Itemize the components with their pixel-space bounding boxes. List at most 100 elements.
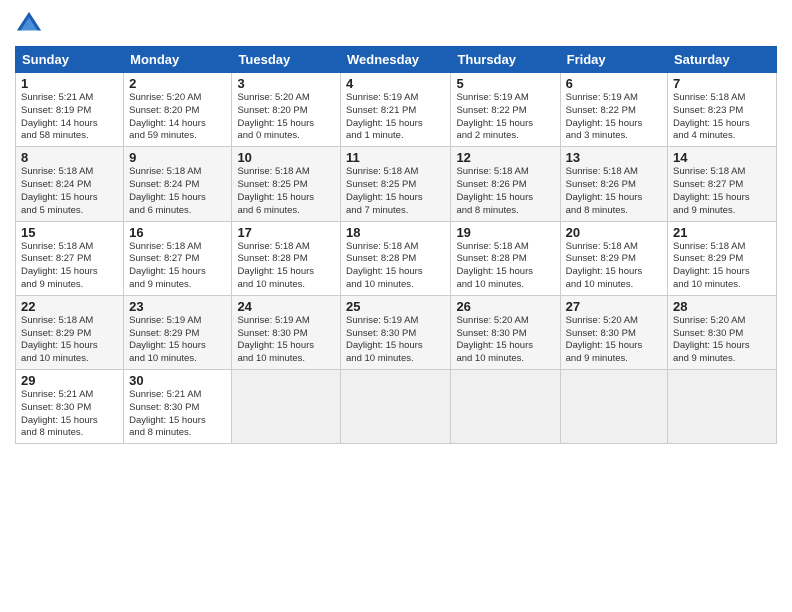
day-number: 2: [129, 76, 226, 91]
day-number: 27: [566, 299, 662, 314]
day-number: 7: [673, 76, 771, 91]
day-number: 19: [456, 225, 554, 240]
calendar-cell: 3Sunrise: 5:20 AMSunset: 8:20 PMDaylight…: [232, 73, 341, 147]
cell-details: Sunrise: 5:18 AMSunset: 8:29 PMDaylight:…: [21, 315, 118, 366]
col-thursday: Thursday: [451, 47, 560, 73]
cell-details: Sunrise: 5:18 AMSunset: 8:27 PMDaylight:…: [129, 241, 226, 292]
cell-details: Sunrise: 5:19 AMSunset: 8:22 PMDaylight:…: [566, 92, 662, 143]
day-number: 28: [673, 299, 771, 314]
calendar-cell: 25Sunrise: 5:19 AMSunset: 8:30 PMDayligh…: [341, 295, 451, 369]
calendar-week-1: 1Sunrise: 5:21 AMSunset: 8:19 PMDaylight…: [16, 73, 777, 147]
day-number: 21: [673, 225, 771, 240]
calendar-cell: 27Sunrise: 5:20 AMSunset: 8:30 PMDayligh…: [560, 295, 667, 369]
col-tuesday: Tuesday: [232, 47, 341, 73]
calendar-cell: 19Sunrise: 5:18 AMSunset: 8:28 PMDayligh…: [451, 221, 560, 295]
cell-details: Sunrise: 5:20 AMSunset: 8:30 PMDaylight:…: [456, 315, 554, 366]
cell-details: Sunrise: 5:20 AMSunset: 8:20 PMDaylight:…: [129, 92, 226, 143]
col-wednesday: Wednesday: [341, 47, 451, 73]
calendar-table: Sunday Monday Tuesday Wednesday Thursday…: [15, 46, 777, 444]
calendar-week-4: 22Sunrise: 5:18 AMSunset: 8:29 PMDayligh…: [16, 295, 777, 369]
cell-details: Sunrise: 5:20 AMSunset: 8:30 PMDaylight:…: [673, 315, 771, 366]
cell-details: Sunrise: 5:20 AMSunset: 8:20 PMDaylight:…: [237, 92, 335, 143]
calendar-cell: 10Sunrise: 5:18 AMSunset: 8:25 PMDayligh…: [232, 147, 341, 221]
day-number: 16: [129, 225, 226, 240]
calendar-cell: 14Sunrise: 5:18 AMSunset: 8:27 PMDayligh…: [668, 147, 777, 221]
calendar-cell: 7Sunrise: 5:18 AMSunset: 8:23 PMDaylight…: [668, 73, 777, 147]
calendar-cell: 21Sunrise: 5:18 AMSunset: 8:29 PMDayligh…: [668, 221, 777, 295]
calendar-cell: 23Sunrise: 5:19 AMSunset: 8:29 PMDayligh…: [124, 295, 232, 369]
day-number: 18: [346, 225, 445, 240]
day-number: 13: [566, 150, 662, 165]
col-friday: Friday: [560, 47, 667, 73]
day-number: 22: [21, 299, 118, 314]
calendar-cell: 18Sunrise: 5:18 AMSunset: 8:28 PMDayligh…: [341, 221, 451, 295]
header: [15, 10, 777, 38]
cell-details: Sunrise: 5:19 AMSunset: 8:30 PMDaylight:…: [237, 315, 335, 366]
day-number: 11: [346, 150, 445, 165]
day-number: 30: [129, 373, 226, 388]
calendar-cell: 26Sunrise: 5:20 AMSunset: 8:30 PMDayligh…: [451, 295, 560, 369]
cell-details: Sunrise: 5:19 AMSunset: 8:30 PMDaylight:…: [346, 315, 445, 366]
cell-details: Sunrise: 5:18 AMSunset: 8:28 PMDaylight:…: [456, 241, 554, 292]
logo-icon: [15, 10, 43, 38]
calendar-cell: [668, 370, 777, 444]
day-number: 1: [21, 76, 118, 91]
cell-details: Sunrise: 5:18 AMSunset: 8:23 PMDaylight:…: [673, 92, 771, 143]
day-number: 29: [21, 373, 118, 388]
calendar-cell: 8Sunrise: 5:18 AMSunset: 8:24 PMDaylight…: [16, 147, 124, 221]
cell-details: Sunrise: 5:18 AMSunset: 8:27 PMDaylight:…: [21, 241, 118, 292]
cell-details: Sunrise: 5:19 AMSunset: 8:22 PMDaylight:…: [456, 92, 554, 143]
page: Sunday Monday Tuesday Wednesday Thursday…: [0, 0, 792, 612]
cell-details: Sunrise: 5:18 AMSunset: 8:28 PMDaylight:…: [346, 241, 445, 292]
calendar-cell: 22Sunrise: 5:18 AMSunset: 8:29 PMDayligh…: [16, 295, 124, 369]
cell-details: Sunrise: 5:18 AMSunset: 8:29 PMDaylight:…: [566, 241, 662, 292]
day-number: 24: [237, 299, 335, 314]
cell-details: Sunrise: 5:18 AMSunset: 8:29 PMDaylight:…: [673, 241, 771, 292]
calendar-cell: 5Sunrise: 5:19 AMSunset: 8:22 PMDaylight…: [451, 73, 560, 147]
calendar-cell: 28Sunrise: 5:20 AMSunset: 8:30 PMDayligh…: [668, 295, 777, 369]
cell-details: Sunrise: 5:19 AMSunset: 8:29 PMDaylight:…: [129, 315, 226, 366]
day-number: 14: [673, 150, 771, 165]
day-number: 3: [237, 76, 335, 91]
calendar-cell: [341, 370, 451, 444]
calendar-cell: 9Sunrise: 5:18 AMSunset: 8:24 PMDaylight…: [124, 147, 232, 221]
cell-details: Sunrise: 5:18 AMSunset: 8:25 PMDaylight:…: [346, 166, 445, 217]
calendar-cell: 2Sunrise: 5:20 AMSunset: 8:20 PMDaylight…: [124, 73, 232, 147]
calendar-cell: 11Sunrise: 5:18 AMSunset: 8:25 PMDayligh…: [341, 147, 451, 221]
day-number: 10: [237, 150, 335, 165]
calendar-cell: 13Sunrise: 5:18 AMSunset: 8:26 PMDayligh…: [560, 147, 667, 221]
day-number: 25: [346, 299, 445, 314]
calendar-cell: [560, 370, 667, 444]
cell-details: Sunrise: 5:21 AMSunset: 8:30 PMDaylight:…: [129, 389, 226, 440]
day-number: 4: [346, 76, 445, 91]
calendar-cell: 17Sunrise: 5:18 AMSunset: 8:28 PMDayligh…: [232, 221, 341, 295]
day-number: 6: [566, 76, 662, 91]
calendar-cell: [232, 370, 341, 444]
day-number: 15: [21, 225, 118, 240]
cell-details: Sunrise: 5:19 AMSunset: 8:21 PMDaylight:…: [346, 92, 445, 143]
col-saturday: Saturday: [668, 47, 777, 73]
day-number: 5: [456, 76, 554, 91]
calendar-week-3: 15Sunrise: 5:18 AMSunset: 8:27 PMDayligh…: [16, 221, 777, 295]
col-monday: Monday: [124, 47, 232, 73]
calendar-cell: 15Sunrise: 5:18 AMSunset: 8:27 PMDayligh…: [16, 221, 124, 295]
calendar-week-5: 29 Sunrise: 5:21 AMSunset: 8:30 PMDayligh…: [16, 370, 777, 444]
calendar-cell: 30Sunrise: 5:21 AMSunset: 8:30 PMDayligh…: [124, 370, 232, 444]
calendar-cell: 6Sunrise: 5:19 AMSunset: 8:22 PMDaylight…: [560, 73, 667, 147]
logo: [15, 10, 45, 38]
calendar-cell: 4Sunrise: 5:19 AMSunset: 8:21 PMDaylight…: [341, 73, 451, 147]
calendar-cell: 16Sunrise: 5:18 AMSunset: 8:27 PMDayligh…: [124, 221, 232, 295]
calendar-cell: 1Sunrise: 5:21 AMSunset: 8:19 PMDaylight…: [16, 73, 124, 147]
cell-details: Sunrise: 5:21 AMSunset: 8:19 PMDaylight:…: [21, 92, 118, 143]
calendar-cell: 12Sunrise: 5:18 AMSunset: 8:26 PMDayligh…: [451, 147, 560, 221]
cell-details: Sunrise: 5:20 AMSunset: 8:30 PMDaylight:…: [566, 315, 662, 366]
col-sunday: Sunday: [16, 47, 124, 73]
calendar-header-row: Sunday Monday Tuesday Wednesday Thursday…: [16, 47, 777, 73]
day-number: 23: [129, 299, 226, 314]
day-number: 12: [456, 150, 554, 165]
cell-details: Sunrise: 5:18 AMSunset: 8:25 PMDaylight:…: [237, 166, 335, 217]
calendar-cell: [451, 370, 560, 444]
cell-details: Sunrise: 5:18 AMSunset: 8:26 PMDaylight:…: [566, 166, 662, 217]
cell-details: Sunrise: 5:18 AMSunset: 8:24 PMDaylight:…: [21, 166, 118, 217]
day-number: 9: [129, 150, 226, 165]
